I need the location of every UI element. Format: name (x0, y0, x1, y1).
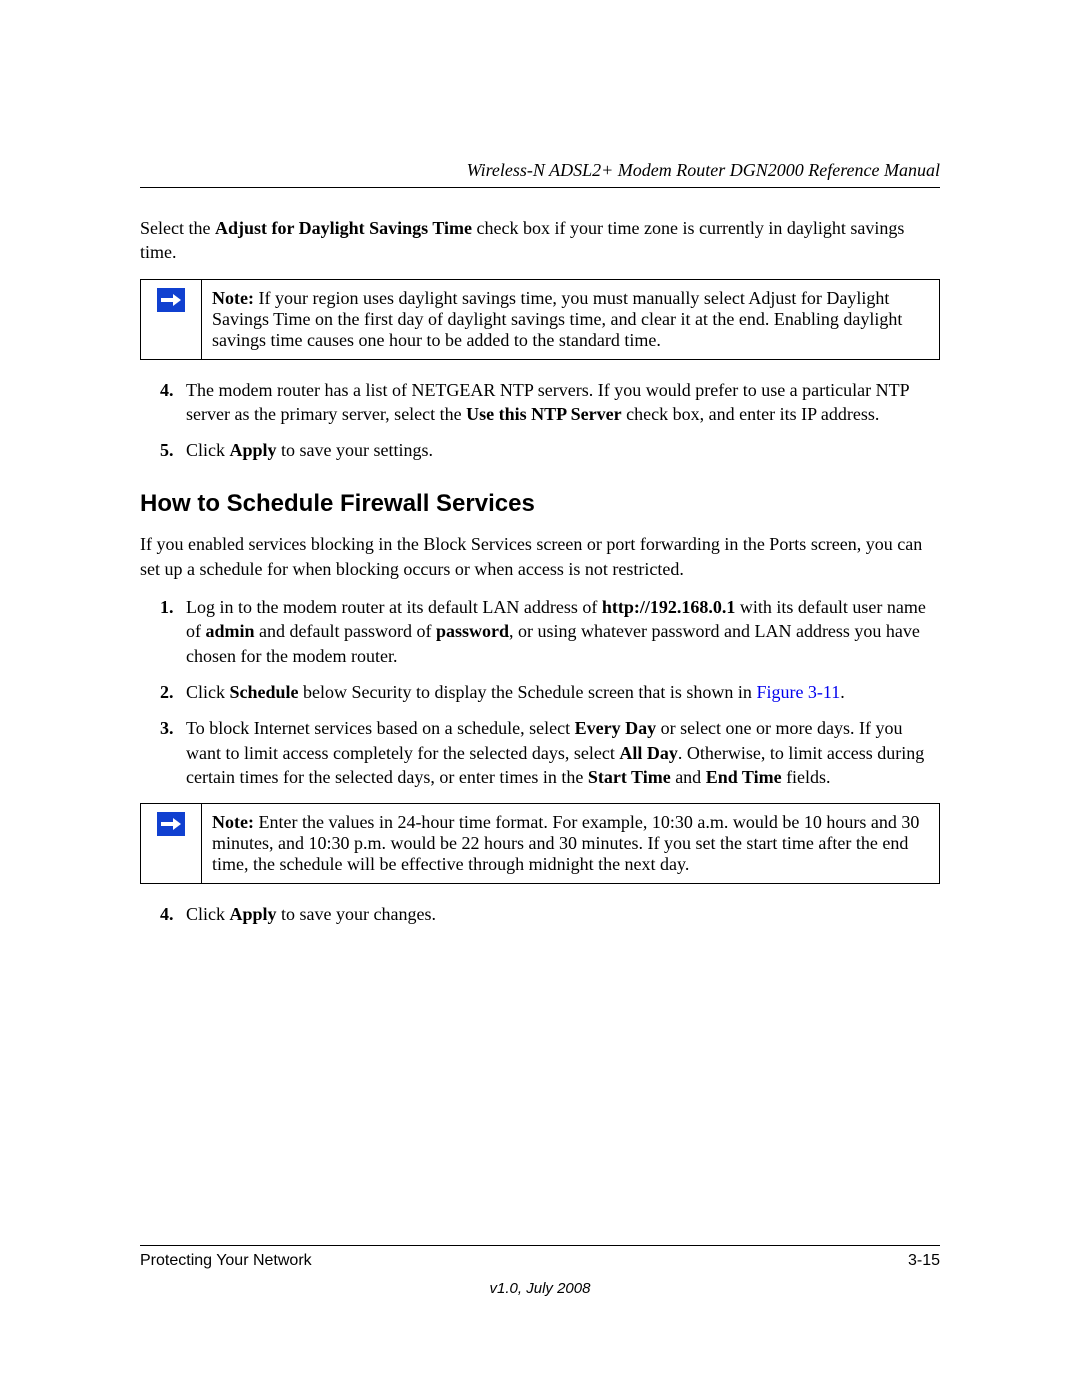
footer-rule (140, 1245, 940, 1246)
list-number: 3. (160, 716, 186, 789)
text: Log in to the modem router at its defaul… (186, 597, 602, 617)
text: Click (186, 904, 230, 924)
list-item: 4. Click Apply to save your changes. (160, 902, 940, 926)
page-header-title: Wireless-N ADSL2+ Modem Router DGN2000 R… (140, 160, 940, 181)
note-text: Enter the values in 24-hour time format.… (212, 812, 919, 874)
intro-paragraph: Select the Adjust for Daylight Savings T… (140, 216, 940, 265)
text: and (671, 767, 706, 787)
list-number: 4. (160, 902, 186, 926)
arrow-right-icon (157, 812, 185, 836)
list-body: Click Apply to save your settings. (186, 438, 940, 462)
bold-text: All Day (619, 743, 678, 763)
list-item: 4. The modem router has a list of NETGEA… (160, 378, 940, 427)
bold-text: http://192.168.0.1 (602, 597, 736, 617)
text: Click (186, 682, 230, 702)
note-text-cell: Note: Enter the values in 24-hour time f… (202, 804, 940, 884)
text: below Security to display the Schedule s… (299, 682, 757, 702)
section-paragraph: If you enabled services blocking in the … (140, 532, 940, 581)
list-item: 5. Click Apply to save your settings. (160, 438, 940, 462)
list-body: To block Internet services based on a sc… (186, 716, 940, 789)
bold-text: Apply (230, 440, 277, 460)
note-label: Note: (212, 812, 254, 832)
text: Click (186, 440, 230, 460)
list-body: Click Schedule below Security to display… (186, 680, 940, 704)
note-label: Note: (212, 288, 254, 308)
note-box: Note: Enter the values in 24-hour time f… (140, 803, 940, 884)
bold-text: Every Day (575, 718, 656, 738)
arrow-right-icon (157, 288, 185, 312)
note-box: Note: If your region uses daylight savin… (140, 279, 940, 360)
list-number: 5. (160, 438, 186, 462)
list-number: 2. (160, 680, 186, 704)
list-item: 3. To block Internet services based on a… (160, 716, 940, 789)
text: Select the (140, 218, 215, 238)
text: fields. (782, 767, 831, 787)
bold-text: password (436, 621, 509, 641)
list-body: The modem router has a list of NETGEAR N… (186, 378, 940, 427)
header-rule (140, 187, 940, 188)
list-item: 1. Log in to the modem router at its def… (160, 595, 940, 668)
page-footer: Protecting Your Network 3-15 v1.0, July … (140, 1236, 940, 1297)
footer-page-number: 3-15 (908, 1252, 940, 1270)
figure-link[interactable]: Figure 3-11 (756, 682, 840, 702)
note-text: If your region uses daylight savings tim… (212, 288, 902, 350)
bold-text: Start Time (588, 767, 671, 787)
text: To block Internet services based on a sc… (186, 718, 575, 738)
text: check box, and enter its IP address. (622, 404, 880, 424)
bold-text: Adjust for Daylight Savings Time (215, 218, 472, 238)
note-text-cell: Note: If your region uses daylight savin… (202, 279, 940, 359)
bold-text: admin (206, 621, 255, 641)
footer-section-name: Protecting Your Network (140, 1252, 312, 1270)
text: . (840, 682, 845, 702)
bold-text: Schedule (230, 682, 299, 702)
footer-version: v1.0, July 2008 (140, 1280, 940, 1297)
list-body: Log in to the modem router at its defaul… (186, 595, 940, 668)
list-number: 4. (160, 378, 186, 427)
bold-text: Use this NTP Server (466, 404, 621, 424)
section-heading: How to Schedule Firewall Services (140, 490, 940, 518)
bold-text: Apply (230, 904, 277, 924)
list-body: Click Apply to save your changes. (186, 902, 940, 926)
text: to save your settings. (277, 440, 433, 460)
list-item: 2. Click Schedule below Security to disp… (160, 680, 940, 704)
note-icon-cell (141, 279, 202, 359)
bold-text: End Time (706, 767, 782, 787)
text: and default password of (255, 621, 436, 641)
text: to save your changes. (277, 904, 436, 924)
list-number: 1. (160, 595, 186, 668)
note-icon-cell (141, 804, 202, 884)
